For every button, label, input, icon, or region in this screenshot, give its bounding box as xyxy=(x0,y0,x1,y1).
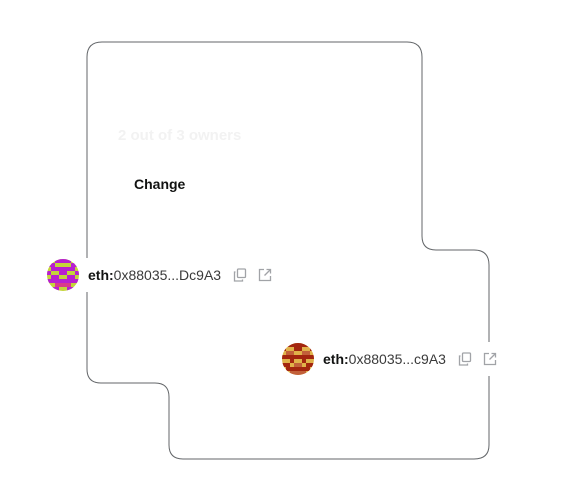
owner-address: eth: 0x88035...Dc9A3 xyxy=(88,267,221,283)
address-text: 0x88035...c9A3 xyxy=(348,351,446,367)
address-text: 0x88035...Dc9A3 xyxy=(113,267,222,283)
threshold-label: 2 out of 3 owners xyxy=(118,127,242,144)
external-link-icon[interactable] xyxy=(482,351,498,367)
safe-setup-card: 2 out of 3 owners Change eth: 0x88035...… xyxy=(0,0,570,500)
owner-address: eth: 0x88035...c9A3 xyxy=(323,351,446,367)
card-outline xyxy=(86,41,490,460)
external-link-icon[interactable] xyxy=(257,267,273,283)
identicon-avatar xyxy=(282,343,314,375)
chain-prefix: eth: xyxy=(88,267,114,283)
identicon-avatar xyxy=(47,259,79,291)
copy-icon[interactable] xyxy=(232,267,248,283)
owner-row: eth: 0x88035...Dc9A3 xyxy=(47,258,274,292)
change-threshold-button[interactable]: Change xyxy=(122,170,197,198)
chain-prefix: eth: xyxy=(323,351,349,367)
copy-icon[interactable] xyxy=(457,351,473,367)
owner-row: eth: 0x88035...c9A3 xyxy=(282,342,498,376)
